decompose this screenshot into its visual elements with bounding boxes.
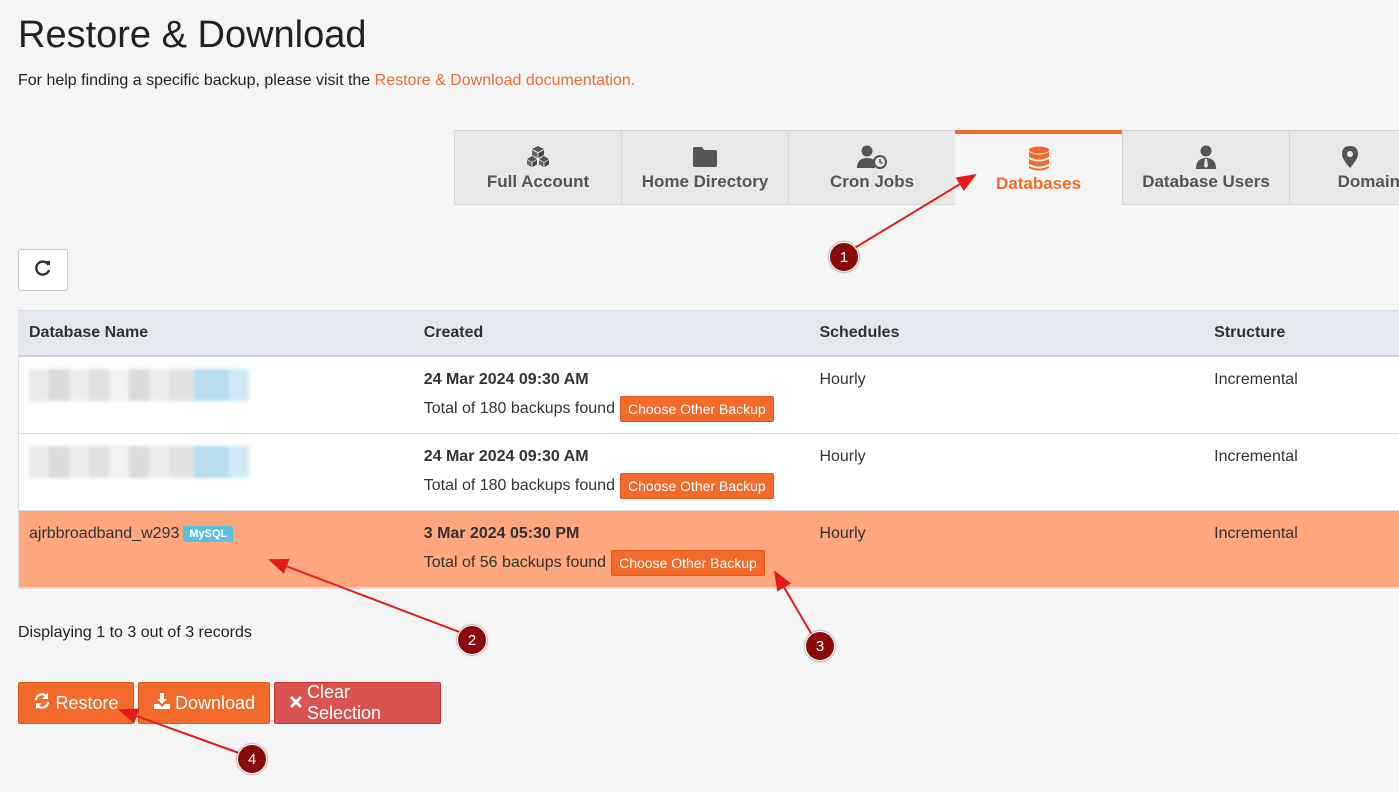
created-date: 3 Mar 2024 05:30 PM bbox=[423, 525, 580, 542]
structure-cell: Incremental bbox=[1214, 525, 1298, 542]
created-cell: 3 Mar 2024 05:30 PM Total of 56 backups … bbox=[414, 511, 810, 587]
annotation-marker-2: 2 bbox=[457, 625, 487, 655]
tab-database-users[interactable]: Database Users bbox=[1122, 130, 1289, 205]
page-title: Restore & Download bbox=[18, 14, 367, 56]
action-buttons: Restore Download Clear Selection bbox=[18, 682, 441, 724]
redacted-name bbox=[29, 446, 249, 478]
created-cell: 24 Mar 2024 09:30 AM Total of 180 backup… bbox=[414, 434, 810, 510]
documentation-link[interactable]: Restore & Download documentation. bbox=[375, 72, 636, 89]
table-row-selected[interactable]: ajrbbroadband_w293 MySQL 3 Mar 2024 05:30… bbox=[19, 511, 1399, 588]
tab-label: Databases bbox=[995, 173, 1082, 193]
database-name-cell bbox=[19, 434, 414, 510]
header-created[interactable]: Created bbox=[414, 311, 810, 355]
choose-other-backup-button[interactable]: Choose Other Backup bbox=[619, 396, 774, 422]
restore-button[interactable]: Restore bbox=[18, 682, 134, 724]
header-database-name[interactable]: Database Name bbox=[19, 311, 414, 355]
refresh-icon bbox=[34, 259, 52, 282]
tab-label: Home Directory bbox=[641, 171, 769, 191]
user-clock-icon bbox=[856, 144, 888, 170]
table-row[interactable]: 24 Mar 2024 09:30 AM Total of 180 backup… bbox=[19, 434, 1399, 511]
annotation-marker-3: 3 bbox=[805, 631, 835, 661]
tab-label: Full Account bbox=[486, 171, 590, 191]
tab-label: Domains bbox=[1337, 171, 1399, 191]
schedule-cell: Hourly bbox=[819, 448, 866, 465]
database-table: Database Name Created Schedules Structur… bbox=[18, 310, 1399, 589]
created-date: 24 Mar 2024 09:30 AM bbox=[423, 371, 589, 388]
header-structure[interactable]: Structure bbox=[1204, 311, 1399, 355]
download-icon bbox=[153, 692, 175, 715]
header-schedules[interactable]: Schedules bbox=[809, 311, 1204, 355]
table-header: Database Name Created Schedules Structur… bbox=[19, 311, 1399, 357]
schedule-cell: Hourly bbox=[819, 371, 866, 388]
database-icon bbox=[1028, 146, 1050, 172]
database-name: ajrbbroadband_w293 bbox=[29, 525, 180, 542]
tab-full-account[interactable]: Full Account bbox=[454, 130, 621, 205]
schedule-cell: Hourly bbox=[819, 525, 866, 542]
close-icon bbox=[289, 693, 307, 714]
choose-other-backup-button[interactable]: Choose Other Backup bbox=[611, 550, 765, 576]
structure-cell: Incremental bbox=[1214, 371, 1298, 388]
mysql-badge: MySQL bbox=[183, 525, 234, 542]
database-name-cell bbox=[19, 357, 414, 433]
choose-other-backup-button[interactable]: Choose Other Backup bbox=[619, 473, 774, 499]
user-tie-icon bbox=[1195, 144, 1217, 170]
restore-label: Restore bbox=[55, 692, 119, 713]
created-date: 24 Mar 2024 09:30 AM bbox=[423, 448, 589, 465]
annotation-marker-4: 4 bbox=[237, 744, 267, 774]
help-text: For help finding a specific backup, plea… bbox=[18, 72, 635, 90]
download-button[interactable]: Download bbox=[138, 682, 270, 724]
tab-databases[interactable]: Databases bbox=[955, 130, 1122, 205]
backup-count: Total of 56 backups found bbox=[423, 554, 607, 571]
tab-domains[interactable]: Domains bbox=[1289, 130, 1399, 205]
records-summary: Displaying 1 to 3 out of 3 records bbox=[18, 624, 252, 641]
tab-label: Cron Jobs bbox=[829, 171, 915, 191]
database-name-cell: ajrbbroadband_w293 MySQL bbox=[19, 511, 414, 587]
clear-label: Clear Selection bbox=[307, 682, 382, 723]
refresh-button[interactable] bbox=[18, 249, 68, 291]
annotation-marker-1: 1 bbox=[829, 242, 859, 272]
created-cell: 24 Mar 2024 09:30 AM Total of 180 backup… bbox=[414, 357, 810, 433]
tab-label: Database Users bbox=[1142, 171, 1270, 191]
sync-icon bbox=[33, 692, 55, 715]
structure-cell: Incremental bbox=[1214, 448, 1298, 465]
cubes-icon bbox=[525, 144, 551, 170]
backup-count: Total of 180 backups found bbox=[423, 400, 615, 417]
clear-selection-button[interactable]: Clear Selection bbox=[274, 682, 441, 724]
map-marker-icon bbox=[1341, 144, 1359, 170]
tab-cron-jobs[interactable]: Cron Jobs bbox=[788, 130, 955, 205]
redacted-name bbox=[29, 369, 249, 401]
tab-home-directory[interactable]: Home Directory bbox=[621, 130, 788, 205]
backup-count: Total of 180 backups found bbox=[423, 477, 615, 494]
table-row[interactable]: 24 Mar 2024 09:30 AM Total of 180 backup… bbox=[19, 357, 1399, 434]
folder-icon bbox=[692, 144, 718, 170]
backup-type-tabs: Full Account Home Directory Cron Jobs Da… bbox=[454, 130, 1399, 205]
download-label: Download bbox=[174, 692, 256, 713]
help-prefix: For help finding a specific backup, plea… bbox=[18, 72, 375, 89]
